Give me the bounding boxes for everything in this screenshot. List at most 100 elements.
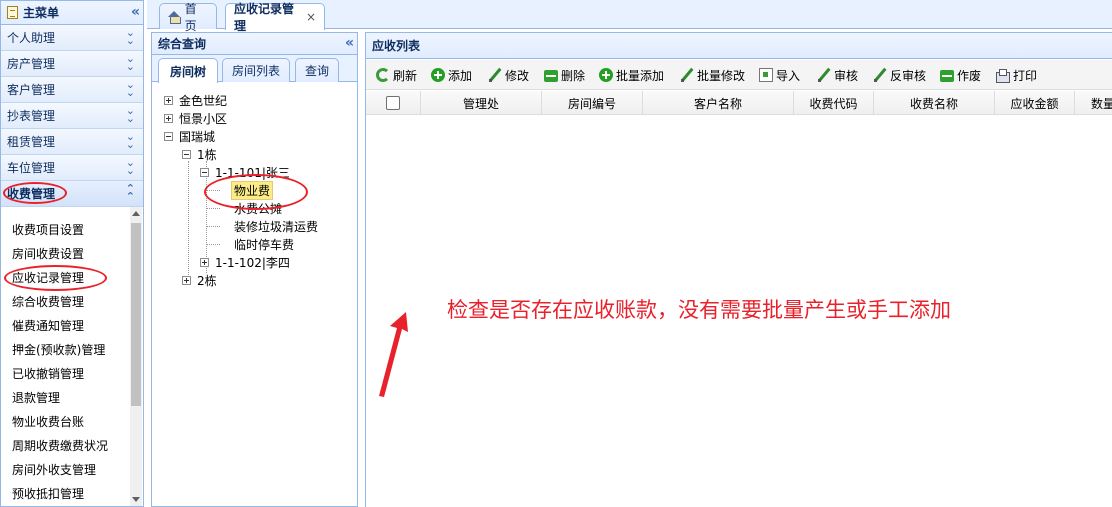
printer-icon: [996, 68, 1010, 83]
submenu-item[interactable]: 物业收费台账: [1, 409, 143, 433]
tab-home[interactable]: 首页: [159, 2, 217, 33]
column-header[interactable]: 管理处: [421, 91, 542, 115]
collapse-left-icon[interactable]: «: [131, 4, 140, 20]
tree-node[interactable]: 装修垃圾清运费: [234, 217, 318, 235]
menu-item-customer[interactable]: 客户管理 ⌄ ⌄: [1, 77, 143, 103]
tree-node[interactable]: 金色世纪: [164, 91, 227, 109]
submenu-item[interactable]: 退款管理: [1, 385, 143, 409]
collapse-icon[interactable]: [182, 149, 191, 159]
column-header[interactable]: 收费名称: [874, 91, 995, 115]
select-all-checkbox[interactable]: [386, 96, 400, 110]
toolbar: 刷新 添加 修改 删除 批量添加 批量修改 导入 审核 反审核 作废 打印: [366, 60, 1112, 90]
column-header[interactable]: 数量: [1075, 91, 1112, 115]
submenu-item[interactable]: 综合收费管理: [1, 289, 143, 313]
tree-label: 物业费: [231, 180, 274, 200]
batch-edit-button[interactable]: 批量修改: [680, 65, 745, 85]
menu-item-meter[interactable]: 抄表管理 ⌄ ⌄: [1, 103, 143, 129]
void-button[interactable]: 作废: [940, 65, 981, 85]
submenu-item[interactable]: 房间外收支管理: [1, 457, 143, 481]
expand-icon[interactable]: [164, 113, 173, 123]
menu-item-lease[interactable]: 租赁管理 ⌄ ⌄: [1, 129, 143, 155]
submenu-item[interactable]: 收费项目设置: [1, 217, 143, 241]
scroll-thumb[interactable]: [131, 223, 141, 406]
menu-item-label: 车位管理: [7, 161, 56, 175]
edit-button[interactable]: 修改: [488, 65, 529, 85]
expand-icon[interactable]: [164, 95, 173, 105]
column-header[interactable]: 客户名称: [643, 91, 794, 115]
delete-icon: [544, 70, 558, 82]
top-tab-bar: 首页 应收记录管理 ×: [147, 0, 1112, 33]
import-button[interactable]: 导入: [759, 65, 800, 85]
chevron-down-icon: ⌄ ⌄: [125, 130, 135, 151]
button-label: 刷新: [393, 68, 418, 83]
submenu-item[interactable]: 预收抵扣管理: [1, 481, 143, 505]
select-all-cell: [366, 91, 421, 115]
menu-item-label: 抄表管理: [7, 109, 56, 123]
chevron-up-icon: ⌃ ⌃: [125, 182, 135, 203]
close-icon[interactable]: ×: [306, 10, 316, 24]
button-label: 添加: [448, 68, 473, 83]
charges-submenu: 收费项目设置 房间收费设置 应收记录管理 综合收费管理 催费通知管理 押金(预收…: [1, 207, 143, 506]
tree-node[interactable]: 临时停车费: [234, 235, 294, 253]
submenu-scrollbar[interactable]: [130, 207, 142, 506]
add-icon: [431, 68, 445, 82]
delete-button[interactable]: 删除: [544, 65, 585, 85]
tree-node[interactable]: 水费公摊: [234, 199, 282, 217]
expand-icon[interactable]: [182, 275, 191, 285]
submenu-item[interactable]: 房间收费设置: [1, 241, 143, 265]
tab-label: 首页: [184, 1, 197, 33]
column-header[interactable]: 房间编号: [542, 91, 643, 115]
tree-label: 恒景小区: [179, 111, 228, 126]
tree-label: 1-1-102|李四: [215, 255, 290, 270]
main-menu-header: 主菜单 «: [1, 1, 143, 25]
menu-item-parking[interactable]: 车位管理 ⌄ ⌄: [1, 155, 143, 181]
tree-label: 1栋: [197, 147, 217, 162]
tree-node[interactable]: 1栋: [182, 145, 217, 163]
tree-node[interactable]: 1-1-102|李四: [200, 253, 290, 271]
tree-node[interactable]: 1-1-101|张三: [200, 163, 290, 181]
menu-item-property[interactable]: 房产管理 ⌄ ⌄: [1, 51, 143, 77]
tab-receivable-records[interactable]: 应收记录管理 ×: [225, 2, 325, 33]
add-button[interactable]: 添加: [431, 65, 472, 85]
button-label: 批量修改: [697, 68, 746, 83]
chevron-down-icon: ⌄ ⌄: [125, 104, 135, 125]
collapse-icon[interactable]: [200, 167, 209, 177]
main-menu-title: 主菜单: [23, 6, 60, 20]
submenu-item-receivable-records[interactable]: 应收记录管理: [1, 265, 143, 289]
add-icon: [599, 68, 613, 82]
batch-add-button[interactable]: 批量添加: [599, 65, 664, 85]
void-icon: [940, 70, 954, 82]
button-label: 修改: [505, 68, 530, 83]
unapprove-button[interactable]: 反审核: [873, 65, 926, 85]
tree-node[interactable]: 2栋: [182, 271, 217, 289]
menu-item-label: 房产管理: [7, 57, 56, 71]
document-icon: [7, 6, 18, 19]
pencil-icon: [488, 68, 502, 82]
submenu-item[interactable]: 周期收费缴费状况: [1, 433, 143, 457]
tree-node[interactable]: 恒景小区: [164, 109, 227, 127]
button-label: 反审核: [890, 68, 927, 83]
column-header[interactable]: 应收金额: [995, 91, 1075, 115]
submenu-item[interactable]: 催费通知管理: [1, 313, 143, 337]
menu-item-charges[interactable]: 收费管理 ⌃ ⌃: [1, 181, 143, 207]
scroll-down-icon[interactable]: [132, 497, 140, 502]
refresh-button[interactable]: 刷新: [376, 65, 417, 85]
column-header[interactable]: 收费代码: [794, 91, 874, 115]
approve-button[interactable]: 审核: [817, 65, 858, 85]
tree-label: 装修垃圾清运费: [234, 219, 319, 234]
annotation-arrow: [379, 312, 408, 397]
main-menu: 主菜单 « 个人助理 ⌄ ⌄ 房产管理 ⌄ ⌄ 客户管理 ⌄ ⌄ 抄表管理 ⌄ ⌄ 租赁…: [0, 0, 144, 507]
receivable-list-panel: 应收列表 刷新 添加 修改 删除 批量添加 批量修改 导入 审核 反审核 作废 …: [365, 32, 1112, 507]
import-icon: [759, 68, 773, 82]
tree-label: 水费公摊: [234, 201, 283, 216]
tree-node-property-fee[interactable]: 物业费: [231, 180, 274, 200]
expand-icon[interactable]: [200, 257, 209, 267]
submenu-item[interactable]: 押金(预收款)管理: [1, 337, 143, 361]
scroll-up-icon[interactable]: [132, 211, 140, 216]
submenu-item[interactable]: 已收撤销管理: [1, 361, 143, 385]
print-button[interactable]: 打印: [996, 65, 1037, 85]
chevron-down-icon: ⌄ ⌄: [125, 156, 135, 177]
collapse-icon[interactable]: [164, 131, 173, 141]
tree-node[interactable]: 国瑞城: [164, 127, 215, 145]
menu-item-personal[interactable]: 个人助理 ⌄ ⌄: [1, 25, 143, 51]
